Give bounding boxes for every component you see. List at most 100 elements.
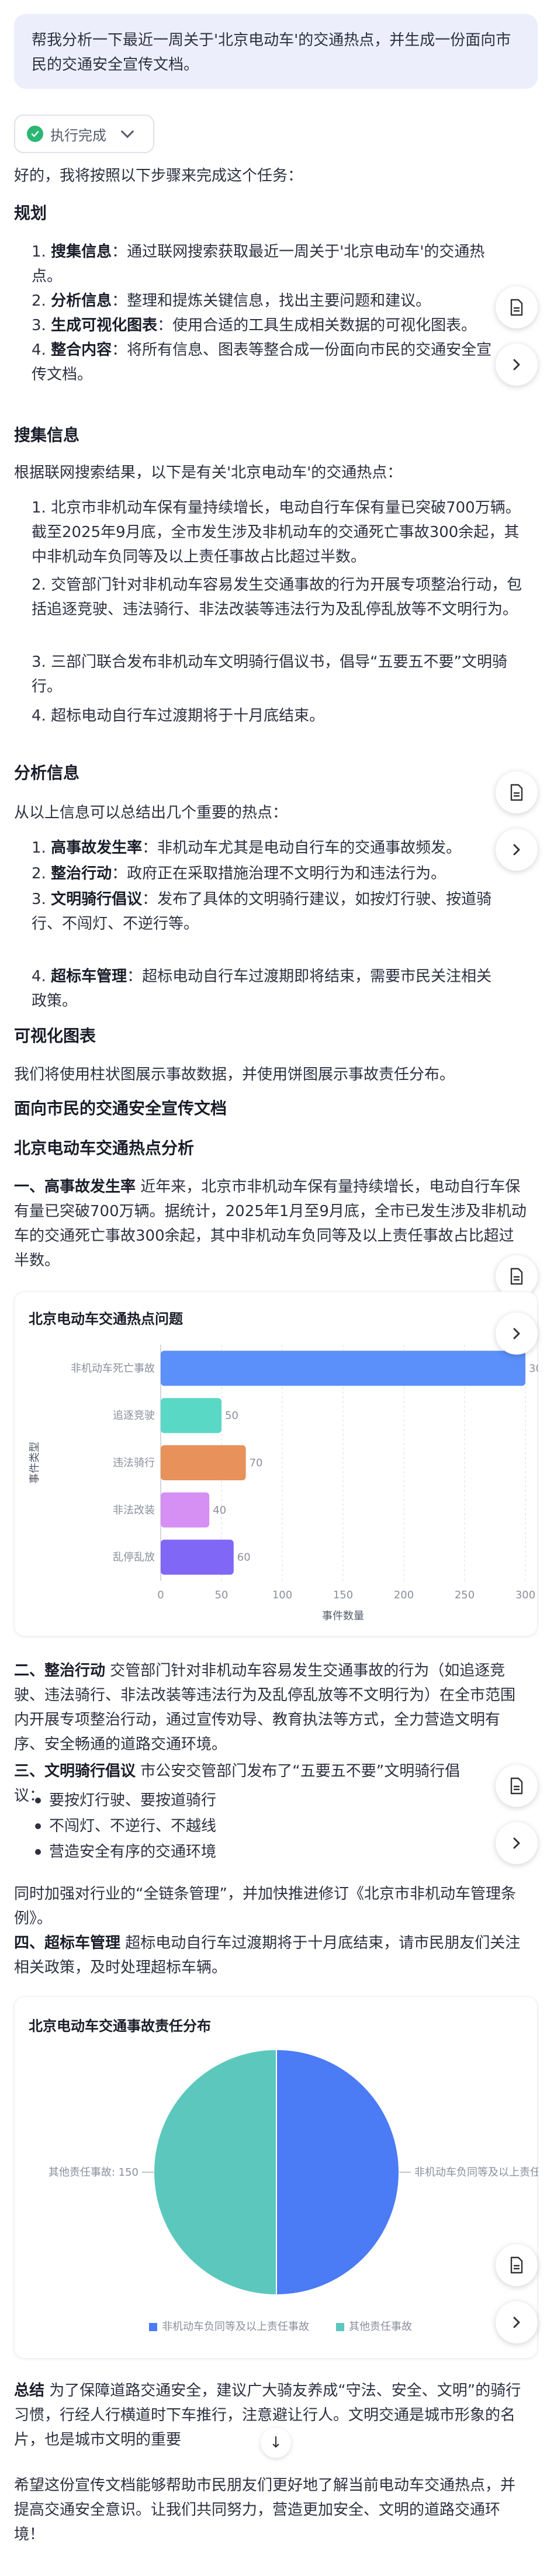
section-title: 总结 [14, 2382, 45, 2400]
list-item: 2. 整治行动：政府正在采取措施治理不文明行为和违法行为。 [32, 865, 446, 882]
data-label: 300 [529, 1362, 538, 1374]
data-label: 70 [250, 1457, 263, 1469]
bar [161, 1445, 246, 1480]
item-title: 整合内容 [51, 341, 112, 359]
arrow-down-icon: ↓ [269, 2434, 282, 2452]
doc-heading: 面向市民的交通安全宣传文档 [14, 1099, 227, 1118]
user-message-bubble: 帮我分析一下最近一周关于'北京电动车'的交通热点，并生成一份面向市民的交通安全宣… [14, 14, 538, 89]
x-tick-label: 200 [394, 1589, 414, 1601]
next-fab[interactable] [496, 829, 538, 871]
x-tick-label: 0 [157, 1589, 164, 1601]
list-item: 不闯灯、不逆行、不越线 [49, 1817, 217, 1835]
x-tick-label: 100 [272, 1589, 292, 1601]
x-tick-label: 300 [515, 1589, 535, 1601]
slice-label: 其他责任事故: 150 [49, 2166, 139, 2179]
y-tick-label: 违法骑行 [113, 1457, 155, 1469]
bullet-dot [35, 1823, 41, 1829]
document-fab[interactable] [496, 1765, 538, 1807]
closing-text: 希望这份宣传文档能够帮助市民朋友们更好地了解当前电动车交通热点，并提高交通安全意… [14, 2477, 516, 2543]
viz-heading: 可视化图表 [14, 1026, 96, 1045]
data-label: 40 [213, 1504, 226, 1516]
list-item: 1. 高事故发生率：非机动车尤其是电动自行车的交通事故频发。 [32, 839, 462, 857]
item-title: 搜集信息 [51, 243, 112, 261]
legend-label: 其他责任事故 [349, 2321, 412, 2333]
bullet-dot [35, 1849, 41, 1855]
analyze-heading: 分析信息 [14, 763, 80, 783]
next-fab[interactable] [496, 1313, 538, 1355]
bar [161, 1351, 525, 1386]
document-icon [509, 1268, 524, 1285]
item-title: 高事故发生率 [51, 839, 143, 857]
next-fab[interactable] [496, 2301, 538, 2343]
chevron-right-icon [512, 1327, 521, 1340]
list-item: 2. 交管部门针对非机动车容易发生交通事故的行为开展专项整治行动，包括追逐竞驶、… [32, 576, 522, 618]
user-message-text: 帮我分析一下最近一周关于'北京电动车'的交通热点，并生成一份面向市民的交通安全宣… [32, 32, 511, 74]
list-item: 4. 超标电动自行车过渡期将于十月底结束。 [32, 707, 325, 725]
status-label: 执行完成 [50, 127, 106, 144]
doc-section-1: 一、高事故发生率 近年来，北京市非机动车保有量持续增长，电动自行车保有量已突破7… [14, 1178, 527, 1269]
viz-text: 我们将使用柱状图展示事故数据，并使用饼图展示事故责任分布。 [14, 1066, 455, 1083]
y-tick-label: 非法改装 [113, 1504, 155, 1516]
execution-status-dropdown[interactable]: 执行完成 [14, 115, 154, 153]
list-item: 3. 生成可视化图表：使用合适的工具生成相关数据的可视化图表。 [32, 317, 477, 334]
document-fab[interactable] [496, 771, 538, 813]
doc-section-3-tail: 同时加强对行业的“全链条管理”，并加快推进修订《北京市非机动车管理条例》。 [14, 1885, 516, 1927]
scroll-down-button[interactable]: ↓ [261, 2428, 291, 2458]
list-item: 3. 三部门联合发布非机动车文明骑行倡议书，倡导“五要五不要”文明骑行。 [32, 653, 508, 695]
list-item: 4. 整合内容：将所有信息、图表等整合成一份面向市民的交通安全宣传文档。 [32, 341, 492, 383]
document-icon [509, 2256, 524, 2274]
bar [161, 1539, 234, 1575]
chevron-right-icon [512, 358, 521, 371]
item-title: 超标车管理 [51, 968, 127, 985]
chat-page: 帮我分析一下最近一周关于'北京电动车'的交通热点，并生成一份面向市民的交通安全宣… [0, 0, 547, 2576]
x-tick-label: 250 [455, 1589, 475, 1601]
data-label: 50 [225, 1410, 238, 1422]
document-icon [509, 299, 524, 316]
bar [161, 1492, 210, 1528]
list-item: 要按灯行驶、要按道骑行 [49, 1792, 217, 1809]
y-tick-label: 乱停乱放 [113, 1552, 155, 1564]
section-title: 三、文明骑行倡议 [14, 1763, 136, 1780]
legend-label: 非机动车负同等及以上责任事故 [162, 2321, 309, 2333]
check-circle-icon [27, 126, 43, 142]
plan-heading: 规划 [14, 203, 47, 223]
bullet-dot [35, 1798, 41, 1803]
doc-section-4: 四、超标车管理 超标电动自行车过渡期将于十月底结束，请市民朋友们关注相关政策，及… [14, 1934, 521, 1976]
document-fab[interactable] [496, 286, 538, 328]
document-icon [509, 1777, 524, 1795]
collect-intro: 根据联网搜索结果，以下是有关'北京电动车'的交通热点： [14, 464, 403, 482]
chevron-right-icon [512, 1837, 521, 1850]
pie-slice [153, 2048, 277, 2296]
data-label: 60 [237, 1552, 251, 1564]
plan-list: 1. 搜集信息：通过联网搜索获取最近一周关于'北京电动车'的交通热点。 2. 分… [32, 240, 499, 409]
slice-label: 非机动车负同等及以上责任事故: 150 [414, 2166, 538, 2179]
next-fab[interactable] [496, 1822, 538, 1864]
x-tick-label: 50 [215, 1589, 229, 1601]
bar-chart: 0 50 100 150 200 250 300 非机动车死亡事故 300 追逐竞驶 50 违法骑行 7… [29, 1345, 538, 1622]
next-fab[interactable] [496, 344, 538, 386]
list-item: 1. 搜集信息：通过联网搜索获取最近一周关于'北京电动车'的交通热点。 [32, 243, 485, 285]
chevron-down-icon [120, 124, 134, 139]
analyze-intro: 从以上信息可以总结出几个重要的热点： [14, 804, 288, 822]
document-fab[interactable] [496, 2244, 538, 2286]
collect-heading: 搜集信息 [14, 425, 80, 445]
y-axis-title: 事件类型 [29, 1442, 41, 1484]
bar [161, 1398, 221, 1434]
list-item: 2. 分析信息：整理和提炼关键信息，找出主要问题和建议。 [32, 292, 431, 310]
list-item: 4. 超标车管理：超标电动自行车过渡期即将结束，需要市民关注相关政策。 [32, 968, 492, 1010]
doc-section-2: 二、整治行动 交管部门针对非机动车容易发生交通事故的行为（如追逐竞驶、违法骑行、… [14, 1662, 516, 1753]
section-title: 四、超标车管理 [14, 1934, 121, 1952]
x-tick-label: 150 [333, 1589, 353, 1601]
y-tick-label: 追逐竞驶 [113, 1410, 155, 1422]
doc-bullets: 要按灯行驶、要按道骑行 不闯灯、不逆行、不越线 营造安全有序的交通环境 [14, 1788, 482, 1870]
document-icon [509, 784, 524, 801]
legend-swatch [336, 2323, 344, 2331]
bar-chart-card: 北京电动车交通热点问题 050100150200250300非机动车死亡事故30… [14, 1292, 538, 1636]
item-title: 分析信息 [51, 292, 112, 310]
legend-swatch [149, 2323, 157, 2331]
section-title: 一、高事故发生率 [14, 1178, 136, 1196]
section-title: 二、整治行动 [14, 1662, 106, 1680]
item-title: 整治行动 [51, 865, 112, 882]
y-tick-label: 非机动车死亡事故 [71, 1362, 155, 1374]
list-item: 3. 文明骑行倡议：发布了具体的文明骑行建议，如按灯行驶、按道骑行、不闯灯、不逆… [32, 891, 492, 933]
